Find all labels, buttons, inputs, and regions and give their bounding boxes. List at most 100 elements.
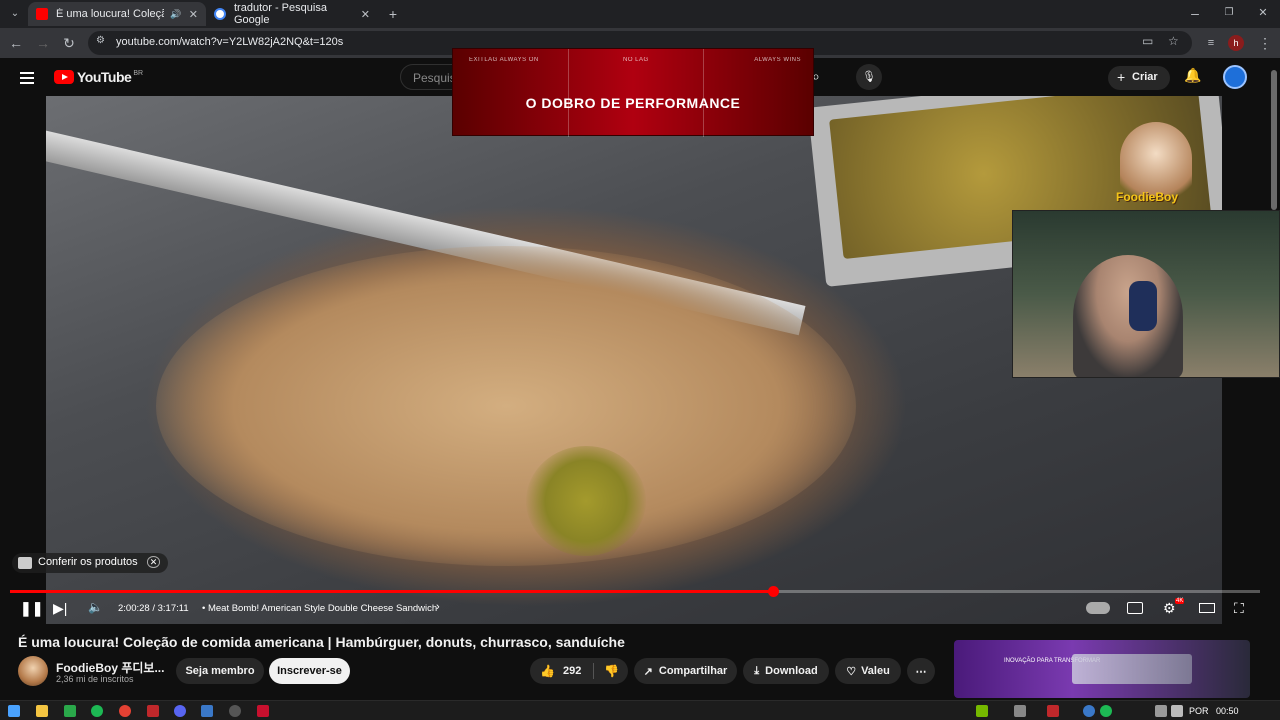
reload-icon[interactable]: ↻ bbox=[60, 34, 78, 52]
hamburger-menu-icon[interactable] bbox=[20, 69, 34, 87]
app-icon[interactable] bbox=[201, 705, 213, 717]
share-label: Compartilhar bbox=[658, 665, 728, 677]
like-icon[interactable]: 👍 bbox=[540, 664, 555, 678]
discord-icon[interactable] bbox=[174, 705, 186, 717]
language-indicator[interactable]: POR bbox=[1189, 706, 1209, 716]
more-actions-button[interactable]: ⋯ bbox=[907, 658, 935, 684]
tab-google-search[interactable]: tradutor - Pesquisa Google ✕ bbox=[206, 2, 378, 26]
recommended-video-thumbnail[interactable]: INOVAÇÃO PARA TRANSFORMAR bbox=[954, 640, 1250, 698]
tray-app-icon[interactable] bbox=[1047, 705, 1059, 717]
forward-icon[interactable]: → bbox=[34, 34, 52, 52]
fullscreen-icon[interactable]: ⛶ bbox=[1234, 600, 1244, 617]
share-button[interactable]: ↗ Compartilhar bbox=[634, 658, 737, 684]
progress-scrubber[interactable] bbox=[767, 586, 779, 597]
player-controls: ❚❚ ▶| 🔈 2:00:28 / 3:17:11 • Meat Bomb! A… bbox=[0, 598, 1280, 620]
like-dislike-group: 👍 292 👎 bbox=[530, 658, 628, 684]
chapter-chevron-icon[interactable]: › bbox=[436, 601, 440, 613]
notifications-bell-icon[interactable]: 🔔 bbox=[1184, 67, 1201, 84]
browser-menu-icon[interactable]: ⋮ bbox=[1256, 34, 1274, 52]
chapter-title[interactable]: • Meat Bomb! American Style Double Chees… bbox=[202, 603, 437, 614]
page-scrollbar[interactable] bbox=[1271, 70, 1277, 210]
ad-banner[interactable]: EXITLAG ALWAYS ON NO LAG ALWAYS WINS O D… bbox=[452, 48, 814, 137]
settings-gear-icon[interactable]: ⚙ bbox=[1163, 600, 1176, 617]
obs-icon[interactable] bbox=[229, 705, 241, 717]
bookmark-star-icon[interactable]: ☆ bbox=[1168, 34, 1179, 48]
profile-avatar[interactable]: h bbox=[1228, 35, 1244, 51]
close-tab-icon[interactable]: ✕ bbox=[361, 8, 370, 21]
theater-mode-icon[interactable] bbox=[1199, 603, 1215, 613]
subscribe-button[interactable]: Inscrever-se bbox=[269, 658, 350, 684]
join-button[interactable]: Seja membro bbox=[176, 658, 264, 684]
clock[interactable]: 00:50 bbox=[1216, 706, 1239, 716]
relish-topping bbox=[526, 446, 646, 556]
recommendation-device-image bbox=[1072, 654, 1192, 684]
tray-app-icon[interactable] bbox=[1014, 705, 1026, 717]
profile-initial: h bbox=[1233, 38, 1239, 48]
app-icon[interactable] bbox=[147, 705, 159, 717]
download-icon: ⤓ bbox=[754, 664, 760, 677]
ad-divider bbox=[568, 49, 569, 137]
autoplay-toggle[interactable] bbox=[1086, 602, 1110, 614]
close-window-button[interactable]: ✕ bbox=[1254, 4, 1272, 22]
voice-search-icon[interactable]: 🎙 bbox=[856, 64, 882, 90]
capcut-icon[interactable] bbox=[257, 705, 269, 717]
plus-icon: + bbox=[1117, 69, 1126, 85]
ad-divider bbox=[703, 49, 704, 137]
create-button[interactable]: + Criar bbox=[1108, 66, 1170, 90]
close-chip-icon[interactable]: ✕ bbox=[146, 556, 161, 568]
tray-spotify-icon[interactable] bbox=[1100, 705, 1112, 717]
onion-pile bbox=[156, 246, 856, 566]
network-icon[interactable] bbox=[1155, 705, 1167, 717]
subtitles-icon[interactable] bbox=[1127, 602, 1143, 614]
speaker-icon[interactable]: 🔊 bbox=[170, 9, 181, 20]
maximize-button[interactable]: ❐ bbox=[1220, 4, 1238, 22]
logo-wordmark: YouTube bbox=[77, 69, 132, 85]
url-text: youtube.com/watch?v=Y2LW82jA2NQ&t=120s bbox=[116, 36, 344, 48]
youtube-play-icon bbox=[54, 70, 74, 84]
ad-headline: O DOBRO DE PERFORMANCE bbox=[525, 95, 741, 111]
tab-youtube[interactable]: É uma loucura! Coleção de 🔊 ✕ bbox=[28, 2, 206, 26]
next-video-icon[interactable]: ▶| bbox=[53, 600, 67, 617]
browser-tab-strip: ⌄ É uma loucura! Coleção de 🔊 ✕ tradutor… bbox=[0, 0, 1280, 28]
products-chip[interactable]: Conferir os produtos ✕ bbox=[12, 553, 169, 573]
thanks-button[interactable]: ♡ Valeu bbox=[835, 658, 901, 684]
spotify-icon[interactable] bbox=[91, 705, 103, 717]
ad-tag-left: EXITLAG ALWAYS ON bbox=[469, 57, 539, 63]
products-label: Conferir os produtos bbox=[38, 556, 138, 568]
tray-app-icon[interactable] bbox=[1083, 705, 1095, 717]
ad-tag-right: ALWAYS WINS bbox=[754, 57, 801, 63]
minimize-button[interactable]: – bbox=[1186, 4, 1204, 22]
like-divider bbox=[593, 663, 595, 679]
tab-title: É uma loucura! Coleção de bbox=[56, 8, 164, 20]
file-explorer-icon[interactable] bbox=[36, 705, 48, 717]
new-tab-button[interactable]: + bbox=[384, 5, 402, 23]
join-label: Seja membro bbox=[185, 665, 255, 677]
progress-bar[interactable] bbox=[10, 586, 1260, 597]
pause-icon[interactable]: ❚❚ bbox=[20, 600, 43, 617]
streamer-webcam bbox=[1012, 210, 1280, 378]
download-button[interactable]: ⤓ Download bbox=[743, 658, 829, 684]
start-windows-icon[interactable] bbox=[8, 705, 20, 717]
like-count[interactable]: 292 bbox=[563, 665, 581, 677]
close-tab-icon[interactable]: ✕ bbox=[189, 8, 198, 21]
country-code: BR bbox=[133, 69, 144, 77]
youtube-logo[interactable]: YouTube BR bbox=[54, 69, 143, 85]
back-icon[interactable]: ← bbox=[7, 34, 25, 52]
account-avatar[interactable] bbox=[1223, 65, 1247, 89]
xbox-app-icon[interactable] bbox=[64, 705, 76, 717]
time-display: 2:00:28 / 3:17:11 bbox=[118, 603, 189, 614]
dislike-icon[interactable]: 👎 bbox=[604, 664, 619, 678]
share-icon: ↗ bbox=[643, 665, 653, 678]
site-info-icon[interactable]: ⚙ bbox=[96, 35, 105, 46]
volume-icon[interactable]: 🔈 bbox=[88, 600, 103, 614]
tab-search-button[interactable]: ⌄ bbox=[6, 5, 24, 23]
tray-app-icon[interactable] bbox=[976, 705, 988, 717]
media-controls-icon[interactable]: ≡ bbox=[1202, 34, 1220, 52]
cast-icon[interactable]: ▭ bbox=[1142, 34, 1153, 48]
channel-avatar[interactable] bbox=[18, 656, 48, 686]
chrome-icon[interactable] bbox=[119, 705, 131, 717]
volume-tray-icon[interactable] bbox=[1171, 705, 1183, 717]
subscribe-label: Inscrever-se bbox=[277, 665, 342, 677]
download-label: Download bbox=[765, 665, 818, 677]
headphones-shape bbox=[1129, 281, 1157, 331]
